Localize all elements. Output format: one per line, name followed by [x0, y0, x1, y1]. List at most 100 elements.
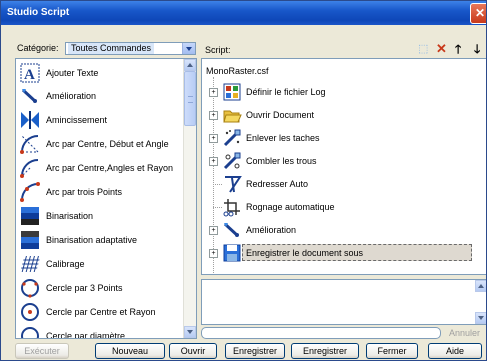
list-item-label: Calibrage [46, 259, 85, 269]
expand-toggle[interactable]: + [209, 226, 218, 235]
script-toolbar: ⬚ ✕ 🡑 🡓 [418, 42, 486, 57]
button-bar: Exécuter Nouveau Ouvrir Enregistrer Enre… [1, 343, 486, 360]
close-window-button[interactable]: ✕ [470, 3, 486, 24]
category-select[interactable]: Toutes Commandes [65, 42, 196, 55]
auto-crop-icon [222, 197, 242, 217]
list-item[interactable]: Amélioration [18, 85, 178, 107]
scroll-down-button[interactable] [475, 312, 486, 324]
list-item[interactable]: Binarisation [18, 205, 178, 227]
list-item[interactable]: A Ajouter Texte [18, 62, 178, 84]
fill-holes-icon [222, 151, 242, 171]
close-button[interactable]: Fermer [366, 343, 418, 359]
script-label: Script: [205, 45, 231, 55]
execute-button[interactable]: Exécuter [15, 343, 69, 359]
scroll-down-button[interactable] [184, 326, 196, 338]
save-as-button[interactable]: Enregistrer Sous [291, 343, 359, 359]
new-button[interactable]: Nouveau [95, 343, 165, 359]
tree-node-label: Redresser Auto [246, 179, 309, 189]
filter-row: Annuler [201, 327, 486, 339]
description-box [201, 279, 486, 325]
list-item[interactable]: Cercle par Centre et Rayon [18, 301, 178, 323]
tree-node-label: Enregistrer le document sous [246, 248, 364, 258]
tree-node[interactable]: Redresser Auto [202, 173, 486, 195]
list-item[interactable]: Amincissement [18, 109, 178, 131]
scroll-up-button[interactable] [184, 59, 196, 71]
category-row: Catégorie: Toutes Commandes [15, 40, 197, 56]
category-label: Catégorie: [17, 43, 59, 53]
list-item[interactable]: Cercle par 3 Points [18, 277, 178, 299]
tree-node[interactable]: + Enlever les taches [202, 127, 486, 149]
list-item-label: Binarisation [46, 211, 94, 221]
cancel-filter-button[interactable]: Annuler [449, 328, 480, 338]
script-panel: Script: ⬚ ✕ 🡑 🡓 MonoRaster.csf + Définir… [201, 38, 486, 339]
circle-center-icon [20, 302, 40, 322]
chevron-down-icon[interactable] [182, 43, 195, 54]
svg-text:A: A [24, 67, 35, 83]
add-text-icon: A [20, 63, 40, 83]
enhance-wand-icon [20, 86, 40, 106]
filter-input[interactable] [201, 327, 441, 339]
list-item-label: Binarisation adaptative [46, 235, 138, 245]
open-folder-icon [222, 105, 242, 125]
scroll-up-button[interactable] [475, 280, 486, 292]
expand-toggle[interactable]: + [209, 88, 218, 97]
studio-script-window: Studio Script ✕ Catégorie: Toutes Comman… [0, 0, 487, 361]
list-item-label: Ajouter Texte [46, 68, 99, 78]
despeckle-icon [222, 128, 242, 148]
tree-node[interactable]: Rognage automatique [202, 196, 486, 218]
expand-toggle[interactable]: + [209, 134, 218, 143]
list-item[interactable]: Binarisation adaptative [18, 229, 178, 251]
deskew-icon [222, 174, 242, 194]
script-tree[interactable]: MonoRaster.csf + Définir le fichier Log … [201, 58, 486, 275]
window-title: Studio Script [7, 7, 70, 18]
binarization-icon [20, 206, 40, 226]
list-item[interactable]: Arc par Centre, Début et Angle [18, 133, 178, 155]
enhance-wand-icon [222, 220, 242, 240]
expand-toggle[interactable]: + [209, 157, 218, 166]
tree-node-label: Définir le fichier Log [246, 87, 326, 97]
arc-icon [20, 158, 40, 178]
list-item-label: Arc par Centre, Début et Angle [46, 139, 169, 149]
new-step-icon[interactable]: ⬚ [418, 42, 428, 56]
circle-icon [20, 278, 40, 298]
scroll-thumb[interactable] [184, 71, 196, 126]
save-button[interactable]: Enregistrer [225, 343, 285, 359]
expand-toggle[interactable]: + [209, 111, 218, 120]
open-button[interactable]: Ouvrir [169, 343, 217, 359]
calibration-grid-icon [20, 254, 40, 274]
expand-toggle[interactable]: + [209, 249, 218, 258]
save-document-icon [222, 243, 242, 263]
help-button[interactable]: Aide [428, 343, 482, 359]
tree-node-selected[interactable]: + Enregistrer le document sous [202, 242, 486, 264]
command-list-scrollbar[interactable] [183, 59, 196, 338]
tree-node-label: Ouvrir Document [246, 110, 315, 120]
list-item[interactable]: Arc par trois Points [18, 181, 178, 203]
move-up-icon[interactable]: 🡑 [455, 42, 461, 56]
category-value: Toutes Commandes [68, 43, 155, 54]
list-item[interactable]: Arc par Centre,Angles et Rayon [18, 157, 178, 179]
list-item[interactable]: Calibrage [18, 253, 178, 275]
delete-icon[interactable]: ✕ [436, 42, 447, 56]
circle-icon [20, 326, 40, 338]
command-list[interactable]: A Ajouter Texte Amélioration Amincisseme… [15, 58, 197, 339]
adaptive-binarization-icon [20, 230, 40, 250]
arc-three-points-icon [20, 182, 40, 202]
list-item-label: Arc par Centre,Angles et Rayon [46, 163, 174, 173]
tree-node[interactable]: + Combler les trous [202, 150, 486, 172]
log-file-icon [222, 82, 242, 102]
arc-icon [20, 134, 40, 154]
list-item-label: Cercle par Centre et Rayon [46, 307, 156, 317]
tree-node-label: Rognage automatique [246, 202, 335, 212]
tree-node[interactable]: + Ouvrir Document [202, 104, 486, 126]
move-down-icon[interactable]: 🡓 [474, 42, 480, 56]
list-item-label: Cercle par 3 Points [46, 283, 123, 293]
tree-node[interactable]: + Amélioration [202, 219, 486, 241]
tree-node-label: Amélioration [246, 225, 297, 235]
tree-node-label: Combler les trous [246, 156, 317, 166]
description-scrollbar[interactable] [475, 280, 486, 324]
list-item-label: Cercle par diamètre [46, 331, 126, 339]
list-item[interactable]: Cercle par diamètre [18, 325, 178, 339]
tree-node-label: Enlever les taches [246, 133, 320, 143]
list-item-label: Arc par trois Points [46, 187, 123, 197]
tree-node[interactable]: + Définir le fichier Log [202, 81, 486, 103]
